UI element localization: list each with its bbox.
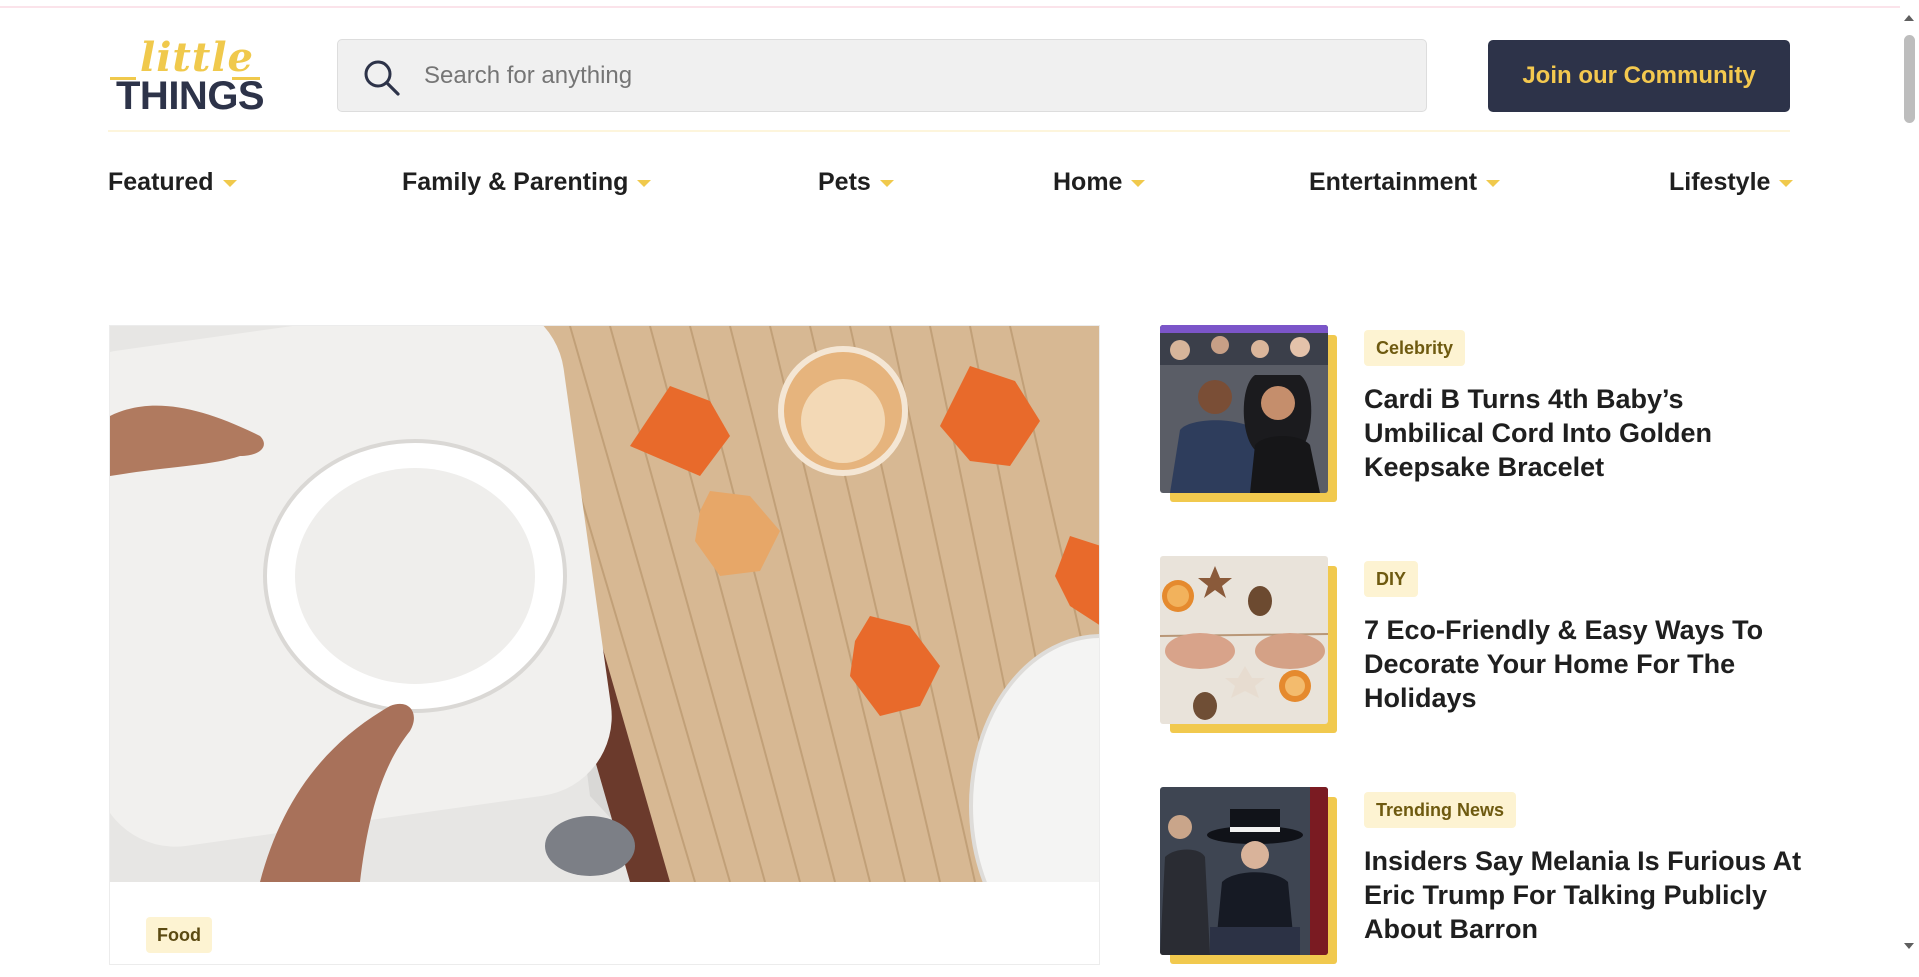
story-thumbnail[interactable] bbox=[1160, 325, 1328, 493]
header-divider bbox=[108, 130, 1790, 132]
page-scrollbar[interactable] bbox=[1900, 0, 1919, 957]
caret-down-icon bbox=[1486, 179, 1501, 187]
nav-item-lifestyle[interactable]: Lifestyle bbox=[1669, 162, 1794, 202]
category-tag[interactable]: Celebrity bbox=[1364, 330, 1466, 366]
nav-item-entertainment[interactable]: Entertainment bbox=[1309, 162, 1501, 202]
nav-item-pets[interactable]: Pets bbox=[818, 162, 894, 202]
nav-item-home[interactable]: Home bbox=[1053, 162, 1146, 202]
logo-wordmark: THINGS bbox=[116, 74, 265, 118]
story-title-link[interactable]: Cardi B Turns 4th Baby’s Umbilical Cord … bbox=[1364, 382, 1804, 484]
story-thumbnail-wrap[interactable] bbox=[1160, 556, 1337, 733]
story-thumbnail-wrap[interactable] bbox=[1160, 787, 1337, 964]
featured-article-card[interactable]: Food bbox=[109, 325, 1100, 965]
nav-label: Family & Parenting bbox=[402, 167, 629, 196]
story-thumbnail-wrap[interactable] bbox=[1160, 325, 1337, 502]
search-bar[interactable] bbox=[337, 39, 1427, 112]
join-community-button[interactable]: Join our Community bbox=[1488, 40, 1790, 112]
caret-down-icon bbox=[879, 179, 894, 187]
category-tag[interactable]: DIY bbox=[1364, 561, 1419, 597]
site-logo[interactable]: little THINGS bbox=[108, 34, 265, 118]
story-title-link[interactable]: Insiders Say Melania Is Furious At Eric … bbox=[1364, 844, 1804, 946]
story-thumbnail[interactable] bbox=[1160, 556, 1328, 724]
scroll-down-arrow-icon[interactable] bbox=[1904, 943, 1914, 949]
nav-label: Featured bbox=[108, 167, 214, 196]
story-thumbnail[interactable] bbox=[1160, 787, 1328, 955]
category-tag[interactable]: Trending News bbox=[1364, 792, 1517, 828]
caret-down-icon bbox=[1131, 179, 1146, 187]
scroll-thumb[interactable] bbox=[1904, 35, 1915, 123]
category-tag[interactable]: Food bbox=[146, 917, 212, 953]
story-card[interactable]: Trending News Insiders Say Melania Is Fu… bbox=[1160, 787, 1801, 977]
story-card[interactable]: Celebrity Cardi B Turns 4th Baby’s Umbil… bbox=[1160, 325, 1800, 515]
caret-down-icon bbox=[1779, 179, 1794, 187]
story-card[interactable]: DIY 7 Eco-Friendly & Easy Ways To Decora… bbox=[1160, 556, 1800, 746]
search-input[interactable] bbox=[422, 40, 1402, 111]
caret-down-icon bbox=[637, 179, 652, 187]
nav-item-featured[interactable]: Featured bbox=[108, 162, 237, 202]
search-icon[interactable] bbox=[362, 58, 402, 98]
top-border bbox=[0, 0, 1900, 8]
nav-label: Entertainment bbox=[1309, 167, 1478, 196]
nav-label: Pets bbox=[818, 167, 871, 196]
nav-label: Home bbox=[1053, 167, 1123, 196]
caret-down-icon bbox=[222, 179, 237, 187]
nav-item-family-parenting[interactable]: Family & Parenting bbox=[402, 162, 652, 202]
scroll-up-arrow-icon[interactable] bbox=[1904, 15, 1914, 21]
story-title-link[interactable]: 7 Eco-Friendly & Easy Ways To Decorate Y… bbox=[1364, 613, 1804, 715]
nav-label: Lifestyle bbox=[1669, 167, 1771, 196]
featured-article-image[interactable] bbox=[110, 326, 1100, 882]
